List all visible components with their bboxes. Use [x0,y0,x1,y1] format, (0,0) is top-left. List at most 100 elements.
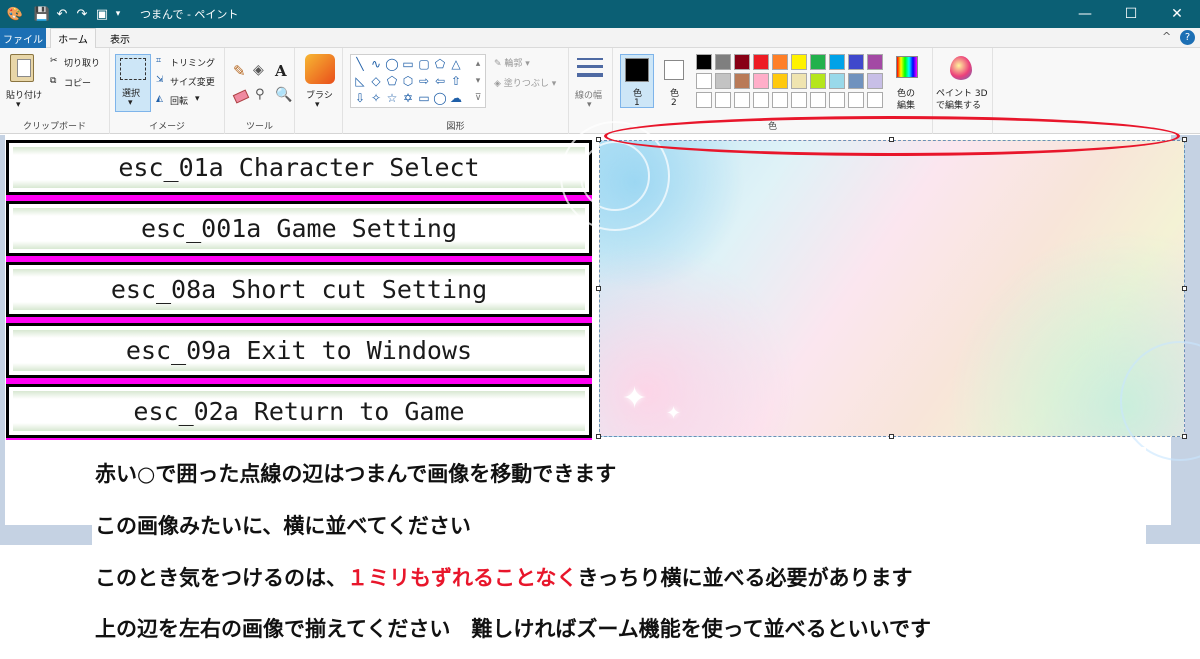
fill-icon[interactable]: ◈ [253,62,264,78]
color-picker-icon[interactable]: ⚲ [255,87,265,102]
copy-icon[interactable]: ⧉ [50,76,56,86]
close-button[interactable]: ✕ [1154,0,1200,28]
cut-icon[interactable]: ✂ [50,56,58,66]
line-shape-icon[interactable]: ╲ [353,57,367,71]
rectangle-shape-icon[interactable]: ▭ [401,57,415,71]
down-arrow-shape-icon[interactable]: ⇩ [353,91,367,105]
five-point-star-shape-icon[interactable]: ☆ [385,91,399,105]
custom-color-swatch[interactable] [848,92,864,108]
palette-color-swatch[interactable] [715,73,731,89]
cloud-callout-shape-icon[interactable]: ☁ [449,91,463,105]
select-dropdown-icon[interactable]: ▾ [128,98,133,108]
save-icon[interactable]: 💾 [34,4,50,24]
crop-icon[interactable]: ⌗ [156,56,161,66]
curve-shape-icon[interactable]: ∿ [369,57,383,71]
custom-color-swatch[interactable] [715,92,731,108]
paste-icon[interactable] [10,54,34,82]
palette-color-swatch[interactable] [772,73,788,89]
tab-view[interactable]: 表示 [100,28,140,48]
tab-home[interactable]: ホーム [50,28,96,48]
fill-button[interactable]: ◈ 塗りつぶし ▾ [494,76,556,89]
custom-color-swatch[interactable] [829,92,845,108]
maximize-button[interactable]: ☐ [1108,0,1154,28]
palette-color-swatch[interactable] [867,54,883,70]
redo-icon[interactable]: ↷ [74,4,90,24]
shapes-scroll-down-icon[interactable]: ▾ [471,74,485,88]
text-tool-icon[interactable]: A [275,62,287,80]
resize-handle-bottom-right[interactable] [1182,434,1187,439]
resize-handle-top-left[interactable] [596,137,601,142]
six-point-star-shape-icon[interactable]: ✡ [401,91,415,105]
copy-button[interactable]: コピー [64,76,91,89]
resize-handle-left[interactable] [596,286,601,291]
palette-color-swatch[interactable] [696,54,712,70]
oval-callout-shape-icon[interactable]: ◯ [433,91,447,105]
properties-icon[interactable]: ▣ [94,4,110,24]
shapes-more-icon[interactable]: ⊽ [471,91,485,105]
selected-background-image[interactable]: ✦ ✦ [560,121,1200,461]
right-triangle-shape-icon[interactable]: ◺ [353,74,367,88]
customize-quick-access-icon[interactable]: ▾ [112,4,124,24]
palette-color-swatch[interactable] [734,54,750,70]
undo-icon[interactable]: ↶ [54,4,70,24]
custom-color-swatch[interactable] [867,92,883,108]
triangle-shape-icon[interactable]: △ [449,57,463,71]
palette-color-swatch[interactable] [810,54,826,70]
resize-handle-right[interactable] [1182,286,1187,291]
paste-dropdown-icon[interactable]: ▾ [16,100,21,110]
rotate-icon[interactable]: ◭ [156,94,163,104]
shapes-scroll-up-icon[interactable]: ▴ [471,57,485,71]
palette-color-swatch[interactable] [848,73,864,89]
right-arrow-shape-icon[interactable]: ⇨ [417,74,431,88]
paint3d-label-line2[interactable]: で編集する [936,98,981,111]
rotate-button[interactable]: 回転 [170,94,188,107]
resize-handle-top-right[interactable] [1182,137,1187,142]
palette-color-swatch[interactable] [734,73,750,89]
palette-color-swatch[interactable] [772,54,788,70]
palette-color-swatch[interactable] [829,54,845,70]
palette-color-swatch[interactable] [791,54,807,70]
custom-color-swatch[interactable] [734,92,750,108]
palette-color-swatch[interactable] [715,54,731,70]
palette-color-swatch[interactable] [829,73,845,89]
palette-color-swatch[interactable] [810,73,826,89]
palette-color-swatch[interactable] [867,73,883,89]
resize-icon[interactable]: ⇲ [156,75,164,85]
oval-shape-icon[interactable]: ◯ [385,57,399,71]
custom-color-swatch[interactable] [696,92,712,108]
paint-app-icon[interactable]: 🎨 [6,4,24,24]
brush-dropdown-icon[interactable]: ▾ [315,100,320,110]
paste-button[interactable]: 貼り付け [6,88,42,101]
color2-button[interactable] [664,60,684,80]
crop-button[interactable]: トリミング [170,56,215,69]
diamond-shape-icon[interactable]: ◇ [369,74,383,88]
rotate-dropdown-icon[interactable]: ▾ [195,94,200,104]
polygon-shape-icon[interactable]: ⬠ [433,57,447,71]
paint3d-icon[interactable] [950,56,972,80]
magnifier-icon[interactable]: 🔍 [275,87,292,103]
palette-color-swatch[interactable] [791,73,807,89]
custom-color-swatch[interactable] [810,92,826,108]
collapse-ribbon-icon[interactable]: ^ [1162,30,1171,43]
rounded-rectangle-shape-icon[interactable]: ▢ [417,57,431,71]
edit-colors-icon[interactable] [896,56,918,78]
edit-colors-label-line2[interactable]: 編集 [897,98,915,111]
resize-handle-bottom-left[interactable] [596,434,601,439]
pentagon-shape-icon[interactable]: ⬠ [385,74,399,88]
custom-color-swatch[interactable] [772,92,788,108]
pencil-icon[interactable]: ✎ [233,62,246,80]
four-point-star-shape-icon[interactable]: ✧ [369,91,383,105]
help-icon[interactable]: ? [1180,30,1195,45]
left-arrow-shape-icon[interactable]: ⇦ [433,74,447,88]
palette-color-swatch[interactable] [848,54,864,70]
palette-color-swatch[interactable] [753,73,769,89]
brush-icon[interactable] [305,54,335,84]
rounded-callout-shape-icon[interactable]: ▭ [417,91,431,105]
custom-color-swatch[interactable] [791,92,807,108]
up-arrow-shape-icon[interactable]: ⇧ [449,74,463,88]
resize-button[interactable]: サイズ変更 [170,75,215,88]
cut-button[interactable]: 切り取り [64,56,100,69]
outline-button[interactable]: ✎ 輪郭 ▾ [494,56,530,69]
palette-color-swatch[interactable] [753,54,769,70]
palette-color-swatch[interactable] [696,73,712,89]
